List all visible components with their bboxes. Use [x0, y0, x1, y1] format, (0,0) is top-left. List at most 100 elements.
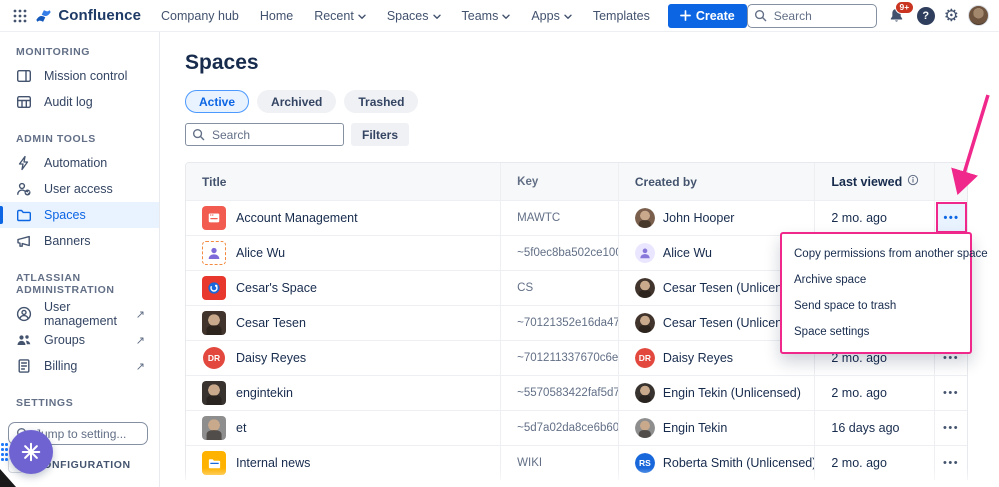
sidebar-section-heading: ADMIN TOOLS — [0, 133, 159, 150]
top-navigation-bar: Confluence Company hub Home Recent Space… — [0, 0, 999, 32]
topnav-item[interactable]: Templates — [593, 9, 650, 23]
space-title-link[interactable]: Daisy Reyes — [236, 351, 306, 365]
creator-avatar — [635, 278, 655, 298]
space-title-link[interactable]: Internal news — [236, 456, 310, 470]
topnav-menu: Company hub Home Recent Spaces Teams App… — [161, 9, 650, 23]
table-row[interactable]: Account Management MAWTC John Hooper 2 m… — [186, 200, 967, 235]
topnav-item[interactable]: Home — [260, 9, 293, 23]
space-title-link[interactable]: Cesar Tesen — [236, 316, 306, 330]
topnav-item[interactable]: Apps — [531, 9, 572, 23]
tab-active[interactable]: Active — [185, 90, 249, 113]
column-header-label: Created by — [635, 175, 697, 189]
global-search — [747, 4, 877, 28]
sidebar-item-user-management[interactable]: User management ↗ — [0, 301, 159, 327]
grid-icon — [13, 9, 27, 23]
external-link-icon: ↗ — [136, 334, 145, 347]
sidebar-item-spaces[interactable]: Spaces — [0, 202, 159, 228]
topnav-item[interactable]: Spaces — [387, 9, 441, 23]
app-switcher-icon[interactable] — [10, 4, 30, 28]
page-title: Spaces — [185, 51, 999, 75]
tab-trashed[interactable]: Trashed — [344, 90, 418, 113]
notification-badge: 9+ — [895, 1, 914, 15]
confluence-logo[interactable]: Confluence — [34, 7, 141, 25]
creator-avatar — [635, 313, 655, 333]
sidebar-item-user-access[interactable]: User access — [0, 176, 159, 202]
space-title-link[interactable]: engintekin — [236, 386, 293, 400]
notifications-button[interactable]: 9+ — [886, 5, 908, 27]
sidebar-item-banners[interactable]: Banners — [0, 228, 159, 254]
space-key: ~5570583422faf5d7f7... — [500, 376, 618, 410]
topnav-item-label: Teams — [462, 9, 499, 23]
menu-item-archive-space[interactable]: Archive space — [782, 267, 970, 293]
row-actions-button[interactable]: ••• — [941, 385, 961, 401]
drag-handle[interactable] — [1, 443, 9, 463]
sidebar-item-mission-control[interactable]: Mission control — [0, 63, 159, 89]
table-row[interactable]: Internal news WIKI RS Roberta Smith (Unl… — [186, 445, 967, 480]
table-filter-row: Filters — [185, 123, 999, 146]
topnav-item[interactable]: Recent — [314, 9, 366, 23]
sidebar-item-label: Banners — [44, 234, 91, 248]
filters-button[interactable]: Filters — [351, 123, 409, 146]
confluence-logo-icon — [34, 7, 53, 25]
space-title-link[interactable]: et — [236, 421, 246, 435]
menu-item-send-space-to-trash[interactable]: Send space to trash — [782, 293, 970, 319]
external-link-icon: ↗ — [136, 360, 145, 373]
column-header-key[interactable]: Key — [500, 163, 618, 200]
space-title-link[interactable]: Account Management — [236, 211, 358, 225]
space-title-link[interactable]: Cesar's Space — [236, 281, 317, 295]
row-actions-button[interactable]: ••• — [943, 212, 959, 224]
external-link-icon: ↗ — [136, 308, 145, 321]
menu-item-space-settings[interactable]: Space settings — [782, 319, 970, 345]
space-icon — [202, 381, 226, 405]
space-title-link[interactable]: Alice Wu — [236, 246, 285, 260]
creator-name: Alice Wu — [663, 246, 712, 260]
space-icon — [202, 276, 226, 300]
sidebar-section-heading: ATLASSIAN ADMINISTRATION — [0, 272, 159, 301]
spaces-icon — [16, 207, 32, 223]
info-icon[interactable] — [907, 174, 919, 189]
logo-wordmark: Confluence — [58, 7, 141, 24]
last-viewed-value: 2 mo. ago — [814, 376, 934, 410]
column-header-title[interactable]: Title — [186, 163, 500, 200]
menu-item-copy-permissions-from-another-space[interactable]: Copy permissions from another space — [782, 241, 970, 267]
plus-icon — [680, 10, 691, 21]
last-viewed-value: 2 mo. ago — [814, 201, 934, 235]
sidebar-item-billing[interactable]: Billing ↗ — [0, 353, 159, 379]
annotation-highlight-box: ••• — [936, 202, 967, 233]
settings-gear-icon[interactable]: ⚙ — [944, 7, 959, 24]
rovo-chat-button[interactable] — [9, 430, 53, 474]
sidebar-item-groups[interactable]: Groups ↗ — [0, 327, 159, 353]
user-management-icon — [16, 306, 32, 322]
sidebar-item-audit-log[interactable]: Audit log — [0, 89, 159, 115]
table-header-row: Title Key Created by Last viewed — [186, 163, 967, 200]
column-header-created-by[interactable]: Created by — [618, 163, 815, 200]
create-button-label: Create — [696, 9, 735, 23]
creator-avatar — [635, 208, 655, 228]
profile-avatar[interactable] — [968, 5, 989, 26]
column-header-label: Key — [517, 176, 538, 188]
last-viewed-value: 16 days ago — [814, 411, 934, 445]
creator-avatar: RS — [635, 453, 655, 473]
banners-icon — [16, 233, 32, 249]
space-state-tabs: Active Archived Trashed — [185, 90, 999, 113]
tab-archived[interactable]: Archived — [257, 90, 336, 113]
space-icon — [202, 241, 226, 265]
create-button[interactable]: Create — [668, 4, 747, 28]
space-icon — [202, 416, 226, 440]
space-key: ~5f0ec8ba502ce1001d... — [500, 236, 618, 270]
context-menu: Copy permissions from another spaceArchi… — [780, 232, 972, 354]
topnav-item[interactable]: Company hub — [161, 9, 239, 23]
table-row[interactable]: engintekin ~5570583422faf5d7f7... Engin … — [186, 375, 967, 410]
column-header-last-viewed[interactable]: Last viewed — [814, 163, 934, 200]
space-icon — [202, 206, 226, 230]
row-actions-button[interactable]: ••• — [941, 455, 961, 471]
table-row[interactable]: et ~5d7a02da8ce6b60c3... Engin Tekin 16 … — [186, 410, 967, 445]
sidebar-item-automation[interactable]: Automation — [0, 150, 159, 176]
last-viewed-value: 2 mo. ago — [814, 446, 934, 480]
topnav-item[interactable]: Teams — [462, 9, 511, 23]
help-icon[interactable]: ? — [917, 7, 935, 25]
row-actions-button[interactable]: ••• — [941, 420, 961, 436]
table-search-input[interactable] — [185, 123, 344, 146]
column-header-actions — [934, 163, 967, 200]
tab-label: Active — [199, 95, 235, 109]
